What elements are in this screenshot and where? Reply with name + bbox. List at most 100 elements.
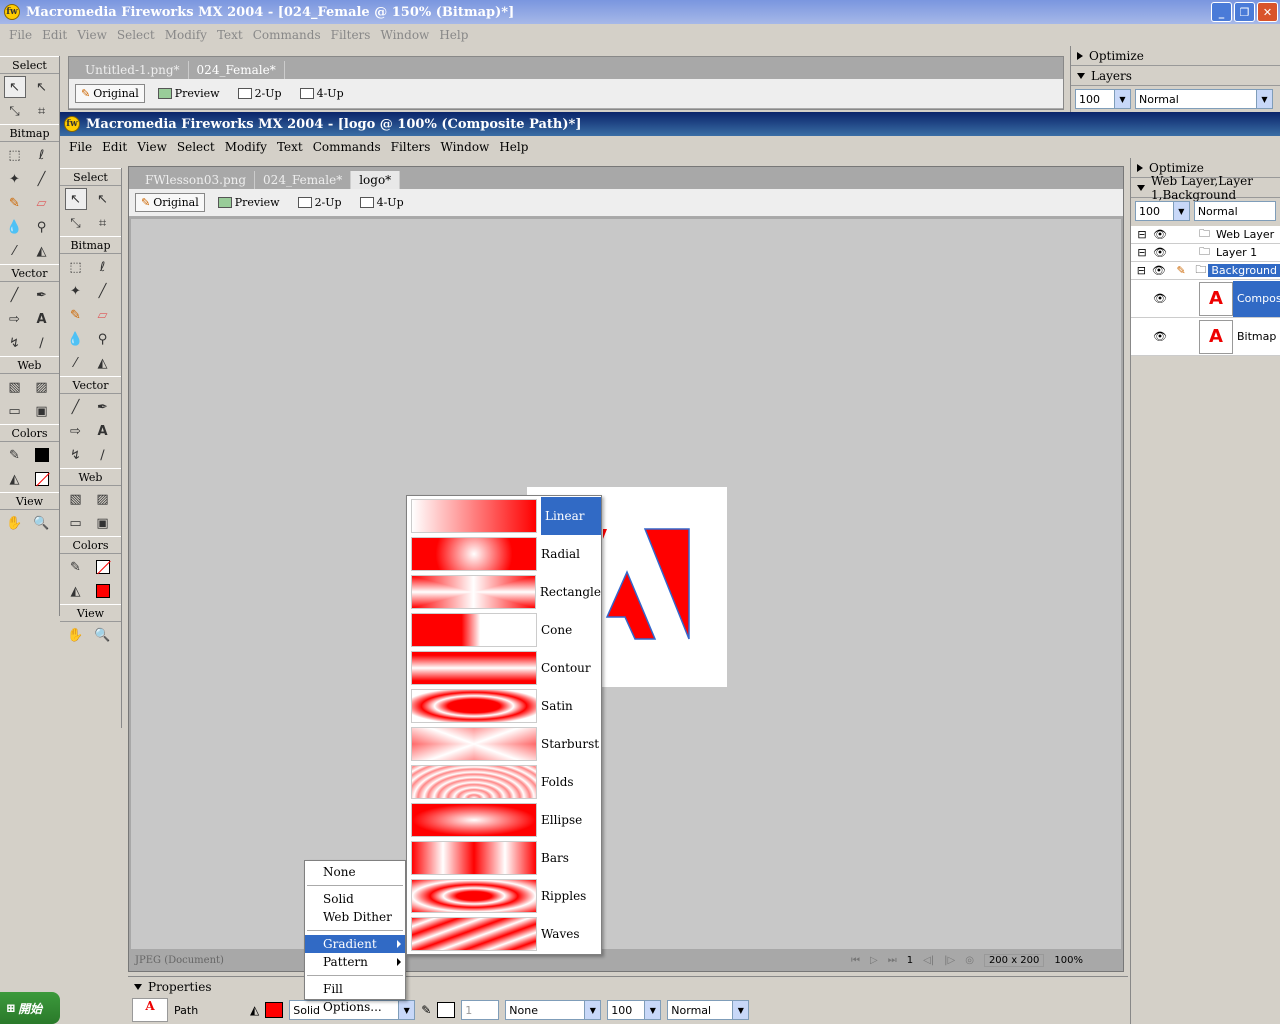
chevron-down-icon[interactable]: ▼: [584, 1001, 601, 1019]
restore-icon[interactable]: ❐: [1234, 2, 1255, 22]
layer-blend-select[interactable]: Normal: [1193, 201, 1276, 221]
collapse-icon[interactable]: ⊟: [1131, 228, 1153, 241]
last-frame-icon[interactable]: ⏭: [888, 955, 897, 966]
stroke-color-icon[interactable]: ✎: [65, 556, 87, 578]
play-icon[interactable]: ▷: [870, 955, 878, 966]
outer-view-preview[interactable]: Preview: [153, 85, 225, 102]
subselect-tool-icon[interactable]: ↖: [31, 76, 53, 98]
menu-item-solid[interactable]: Solid: [305, 890, 405, 908]
fill-swatch[interactable]: [31, 468, 53, 490]
menu-filters[interactable]: Filters: [386, 140, 436, 154]
eye-icon[interactable]: 👁: [1153, 292, 1199, 305]
menu-file[interactable]: File: [4, 28, 37, 42]
minimize-icon[interactable]: _: [1211, 2, 1232, 22]
tab-logo[interactable]: logo*: [351, 171, 401, 189]
pen-tool-icon[interactable]: ✒: [92, 396, 114, 418]
chevron-down-icon[interactable]: ▼: [1172, 202, 1189, 220]
menu-text[interactable]: Text: [272, 140, 308, 154]
line-tool-icon[interactable]: ╱: [65, 396, 87, 418]
shape-tool-icon[interactable]: ⇨: [4, 308, 26, 330]
magic-wand-icon[interactable]: ✦: [65, 280, 87, 302]
menu-item-web-dither[interactable]: Web Dither: [305, 908, 405, 926]
show-slices-icon[interactable]: ▣: [31, 400, 53, 422]
tab-fwlesson03[interactable]: FWlesson03.png: [137, 171, 256, 189]
outer-opacity-field[interactable]: 100 ▼: [1075, 89, 1131, 109]
eyedropper-icon[interactable]: ⁄: [65, 352, 87, 374]
menu-view[interactable]: View: [132, 140, 172, 154]
collapse-icon[interactable]: ⊟: [1131, 264, 1152, 277]
gradient-starburst[interactable]: Starburst: [407, 725, 601, 763]
shape-tool-icon[interactable]: ⇨: [65, 420, 87, 442]
gradient-satin[interactable]: Satin: [407, 687, 601, 725]
tab-untitled[interactable]: Untitled-1.png*: [77, 61, 189, 79]
stroke-swatch[interactable]: [31, 444, 53, 466]
scale-tool-icon[interactable]: ⤡: [4, 100, 26, 122]
menu-help[interactable]: Help: [494, 140, 533, 154]
menu-item-none[interactable]: None: [305, 863, 405, 881]
zoom-tool-icon[interactable]: 🔍: [92, 624, 114, 646]
gradient-waves[interactable]: Waves: [407, 915, 601, 953]
canvas-area[interactable]: [131, 219, 1121, 949]
eye-icon[interactable]: 👁: [1152, 264, 1177, 277]
hotspot-tool-icon[interactable]: ▧: [65, 488, 87, 510]
view-4up[interactable]: 4-Up: [355, 194, 409, 211]
properties-header[interactable]: Properties: [128, 977, 1128, 997]
brush-tool-icon[interactable]: ╱: [92, 280, 114, 302]
chevron-down-icon[interactable]: ▼: [398, 1001, 415, 1019]
outer-view-original[interactable]: ✎ Original: [75, 84, 145, 103]
zoom-tool-icon[interactable]: 🔍: [31, 512, 53, 534]
freeform-tool-icon[interactable]: ↯: [65, 444, 87, 466]
eye-icon[interactable]: 👁: [1153, 228, 1179, 241]
layer-layer-1[interactable]: ⊟ 👁 🗀 Layer 1: [1131, 244, 1280, 262]
gradient-cone[interactable]: Cone: [407, 611, 601, 649]
object-bitmap[interactable]: 👁 A Bitmap: [1131, 318, 1280, 356]
eraser-tool-icon[interactable]: ▱: [31, 192, 53, 214]
fill-color-icon[interactable]: ◭: [4, 468, 26, 490]
subselect-tool-icon[interactable]: ↖: [92, 188, 114, 210]
fill-color-swatch[interactable]: [265, 1002, 284, 1018]
slice-tool-icon[interactable]: ▨: [31, 376, 53, 398]
layer-web-layer[interactable]: ⊟ 👁 🗀 Web Layer: [1131, 226, 1280, 244]
layers-header[interactable]: Web Layer,Layer 1,Background: [1131, 174, 1280, 202]
chevron-down-icon[interactable]: ▼: [644, 1001, 661, 1019]
close-icon[interactable]: ✕: [1257, 2, 1278, 22]
menu-view[interactable]: View: [72, 28, 112, 42]
view-preview[interactable]: Preview: [213, 194, 285, 211]
marquee-tool-icon[interactable]: ⬚: [4, 144, 26, 166]
eyedropper-icon[interactable]: ⁄: [4, 240, 26, 262]
menu-edit[interactable]: Edit: [97, 140, 132, 154]
stroke-type-select[interactable]: None ▼: [505, 1000, 602, 1020]
text-tool-icon[interactable]: A: [92, 420, 114, 442]
lasso-tool-icon[interactable]: ℓ: [92, 256, 114, 278]
menu-filters[interactable]: Filters: [326, 28, 376, 42]
menu-commands[interactable]: Commands: [308, 140, 386, 154]
text-tool-icon[interactable]: A: [31, 308, 53, 330]
menu-select[interactable]: Select: [172, 140, 220, 154]
menu-help[interactable]: Help: [434, 28, 473, 42]
prev-frame-icon[interactable]: ◁|: [923, 955, 934, 966]
pencil-tool-icon[interactable]: ✎: [4, 192, 26, 214]
pen-tool-icon[interactable]: ✒: [31, 284, 53, 306]
view-2up[interactable]: 2-Up: [293, 194, 347, 211]
crop-tool-icon[interactable]: ⌗: [31, 100, 53, 122]
menu-window[interactable]: Window: [375, 28, 434, 42]
freeform-tool-icon[interactable]: ↯: [4, 332, 26, 354]
menu-edit[interactable]: Edit: [37, 28, 72, 42]
collapse-icon[interactable]: ⊟: [1131, 246, 1153, 259]
eye-icon[interactable]: 👁: [1153, 246, 1179, 259]
chevron-down-icon[interactable]: ▼: [1256, 90, 1272, 108]
scale-tool-icon[interactable]: ⤡: [65, 212, 87, 234]
edit-pencil-icon[interactable]: ✎: [1176, 264, 1195, 277]
menu-file[interactable]: File: [64, 140, 97, 154]
layer-background[interactable]: ⊟ 👁 ✎ 🗀 Background: [1131, 262, 1280, 280]
object-composite-path[interactable]: 👁AComposite Path: [1131, 280, 1280, 318]
hide-slices-icon[interactable]: ▭: [65, 512, 87, 534]
gradient-linear[interactable]: Linear: [407, 497, 601, 535]
object-blend-select[interactable]: Normal ▼: [667, 1000, 750, 1020]
first-frame-icon[interactable]: ⏮: [851, 955, 860, 966]
slice-tool-icon[interactable]: ▨: [92, 488, 114, 510]
gradient-folds[interactable]: Folds: [407, 763, 601, 801]
pointer-tool-icon[interactable]: ↖: [3, 76, 26, 98]
blur-tool-icon[interactable]: 💧: [4, 216, 26, 238]
hide-slices-icon[interactable]: ▭: [4, 400, 26, 422]
